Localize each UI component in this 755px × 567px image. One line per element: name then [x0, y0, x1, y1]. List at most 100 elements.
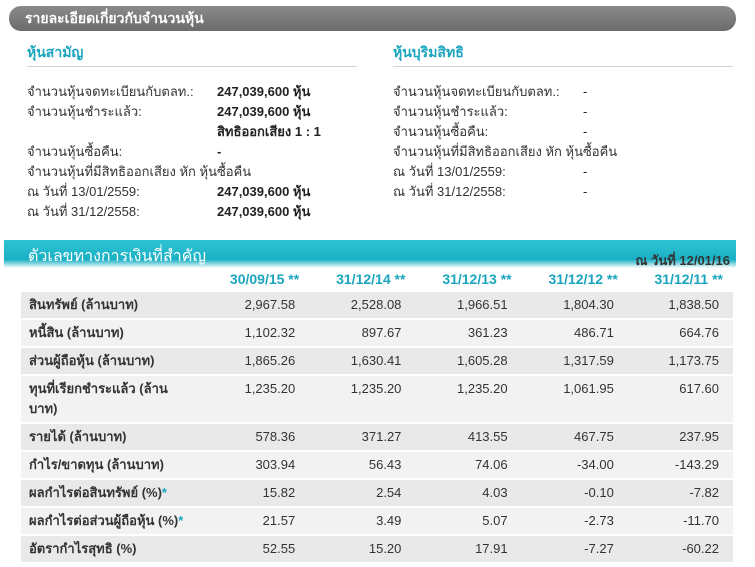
financial-value: 3.49 [309, 508, 416, 534]
share-row: จำนวนหุ้นชำระแล้ว: 247,039,600 หุ้น [27, 102, 367, 122]
share-row: จำนวนหุ้นที่มีสิทธิออกเสียง หัก หุ้นซื้อ… [393, 142, 733, 162]
share-row-value: สิทธิออกเสียง 1 : 1 [217, 124, 321, 139]
financial-value: 21.57 [203, 508, 310, 534]
financial-value: 2,528.08 [309, 292, 416, 318]
financial-row-label-text: ทุนที่เรียกชำระแล้ว (ล้านบาท) [29, 381, 168, 416]
financial-row-label-text: ผลกำไรต่อส่วนผู้ถือหุ้น (%) [29, 513, 179, 528]
financial-row: กำไร/ขาดทุน (ล้านบาท) 303.94 56.43 74.06 -34… [21, 452, 733, 478]
financial-value: 2.54 [309, 480, 416, 506]
share-row-value: - [583, 84, 588, 99]
financial-row-label-text: สินทรัพย์ (ล้านบาท) [29, 297, 139, 312]
financial-value: 5.07 [415, 508, 522, 534]
share-row-label: ณ วันที่ 31/12/2558: [27, 204, 140, 219]
financial-row-label: รายได้ (ล้านบาท) [21, 424, 203, 450]
financial-row-label: ผลกำไรต่อส่วนผู้ถือหุ้น (%)* [21, 508, 203, 534]
share-row-label: จำนวนหุ้นชำระแล้ว: [393, 104, 508, 119]
financial-row: รายได้ (ล้านบาท) 578.36 371.27 413.55 467.75… [21, 424, 733, 450]
share-row-value: 247,039,600 หุ้น [217, 84, 311, 99]
share-row-value: - [217, 144, 222, 159]
share-row: จำนวนหุ้นที่มีสิทธิออกเสียง หัก หุ้นซื้อ… [27, 162, 367, 182]
financial-value: 1,317.59 [521, 348, 628, 374]
share-row-label: ณ วันที่ 13/01/2559: [27, 184, 140, 199]
share-row: สิทธิออกเสียง 1 : 1 [27, 122, 367, 142]
financial-value: 897.67 [309, 320, 416, 346]
share-row: ณ วันที่ 13/01/2559: - [393, 162, 733, 182]
financial-value: 237.95 [627, 424, 733, 450]
financial-row-label: ส่วนผู้ถือหุ้น (ล้านบาท) [21, 348, 203, 374]
preferred-shares-divider [393, 66, 733, 67]
financial-row: สินทรัพย์ (ล้านบาท) 2,967.58 2,528.08 1,966… [21, 292, 733, 318]
share-row-label: จำนวนหุ้นซื้อคืน: [27, 144, 123, 159]
share-row: จำนวนหุ้นจดทะเบียนกับตลท.: 247,039,600 หุ… [27, 82, 367, 102]
footnote-marker: * [161, 485, 167, 500]
financial-value: -11.70 [627, 508, 733, 534]
share-row-value: - [583, 104, 588, 119]
share-row-label: จำนวนหุ้นจดทะเบียนกับตลท.: [393, 84, 560, 99]
financial-value: 1,173.75 [627, 348, 733, 374]
share-row-value: - [583, 124, 588, 139]
financial-value: 2,967.58 [203, 292, 310, 318]
financial-value: 1,865.26 [203, 348, 310, 374]
financial-value: -7.82 [627, 480, 733, 506]
period-header: 31/12/13 ** [442, 271, 512, 287]
financial-value: 17.91 [415, 536, 522, 562]
share-row: จำนวนหุ้นชำระแล้ว: - [393, 102, 733, 122]
label-header [21, 268, 203, 290]
common-shares-divider [27, 66, 357, 67]
financial-value: -60.22 [627, 536, 733, 562]
preferred-shares-list: จำนวนหุ้นจดทะเบียนกับตลท.: - จำนวนหุ้นชำระ… [393, 82, 733, 202]
financial-value: 1,630.41 [309, 348, 416, 374]
financial-row: ส่วนผู้ถือหุ้น (ล้านบาท) 1,865.26 1,630.41… [21, 348, 733, 374]
financial-value: -34.00 [521, 452, 628, 478]
financial-value: -0.10 [521, 480, 628, 506]
financial-row: ทุนที่เรียกชำระแล้ว (ล้านบาท) 1,235.20 1,2… [21, 376, 733, 422]
financial-row-label-text: อัตรากำไรสุทธิ (%) [29, 541, 137, 556]
financial-value: 617.60 [627, 376, 733, 422]
financial-value: 15.82 [203, 480, 310, 506]
share-row-value: - [583, 184, 588, 199]
footnote-marker: * [178, 513, 184, 528]
financial-value: 52.55 [203, 536, 310, 562]
share-row-label: ณ วันที่ 13/01/2559: [393, 164, 506, 179]
financial-row-label: กำไร/ขาดทุน (ล้านบาท) [21, 452, 203, 478]
financial-row-label: หนี้สิน (ล้านบาท) [21, 320, 203, 346]
share-row-label: จำนวนหุ้นชำระแล้ว: [27, 104, 142, 119]
share-row: จำนวนหุ้นซื้อคืน: - [393, 122, 733, 142]
financial-row: อัตรากำไรสุทธิ (%) 52.55 15.20 17.91 -7.27 -6… [21, 536, 733, 562]
financial-row: ผลกำไรต่อส่วนผู้ถือหุ้น (%)* 21.57 3.49 5.0… [21, 508, 733, 534]
financial-value: -2.73 [521, 508, 628, 534]
common-shares-title: หุ้นสามัญ [27, 44, 84, 60]
financial-table: 30/09/15 ** 31/12/14 ** 31/12/13 ** 31/12/1… [21, 266, 733, 564]
share-row: ณ วันที่ 31/12/2558: 247,039,600 หุ้น [27, 202, 367, 222]
financial-value: 486.71 [521, 320, 628, 346]
preferred-shares-title: หุ้นบุริมสิทธิ [393, 44, 464, 60]
share-row-value: 247,039,600 หุ้น [217, 104, 311, 119]
financial-row: ผลกำไรต่อสินทรัพย์ (%)* 15.82 2.54 4.03 -0.1… [21, 480, 733, 506]
period-header: 31/12/12 ** [548, 271, 618, 287]
financial-value: 1,838.50 [627, 292, 733, 318]
share-details-header: รายละเอียดเกี่ยวกับจำนวนหุ้น [9, 6, 736, 31]
financial-value: 1,966.51 [415, 292, 522, 318]
share-row-label: จำนวนหุ้นจดทะเบียนกับตลท.: [27, 84, 194, 99]
financial-value: 1,061.95 [521, 376, 628, 422]
financial-row-label: อัตรากำไรสุทธิ (%) [21, 536, 203, 562]
period-header: 31/12/14 ** [336, 271, 406, 287]
share-row-value: 247,039,600 หุ้น [217, 204, 311, 219]
share-row: จำนวนหุ้นซื้อคืน: - [27, 142, 367, 162]
financial-value: -143.29 [627, 452, 733, 478]
financial-value: 303.94 [203, 452, 310, 478]
financial-value: 1,804.30 [521, 292, 628, 318]
financial-value: 1,102.32 [203, 320, 310, 346]
financial-row-label: ผลกำไรต่อสินทรัพย์ (%)* [21, 480, 203, 506]
financial-row-label-text: หนี้สิน (ล้านบาท) [29, 325, 124, 340]
financial-row-label: ทุนที่เรียกชำระแล้ว (ล้านบาท) [21, 376, 203, 422]
financial-value: 4.03 [415, 480, 522, 506]
share-row: จำนวนหุ้นจดทะเบียนกับตลท.: - [393, 82, 733, 102]
financial-row: หนี้สิน (ล้านบาท) 1,102.32 897.67 361.23 486… [21, 320, 733, 346]
financial-row-label: สินทรัพย์ (ล้านบาท) [21, 292, 203, 318]
financial-value: 1,235.20 [203, 376, 310, 422]
share-row-value: 247,039,600 หุ้น [217, 184, 311, 199]
share-row: ณ วันที่ 31/12/2558: - [393, 182, 733, 202]
financial-value: 1,605.28 [415, 348, 522, 374]
financial-value: 467.75 [521, 424, 628, 450]
